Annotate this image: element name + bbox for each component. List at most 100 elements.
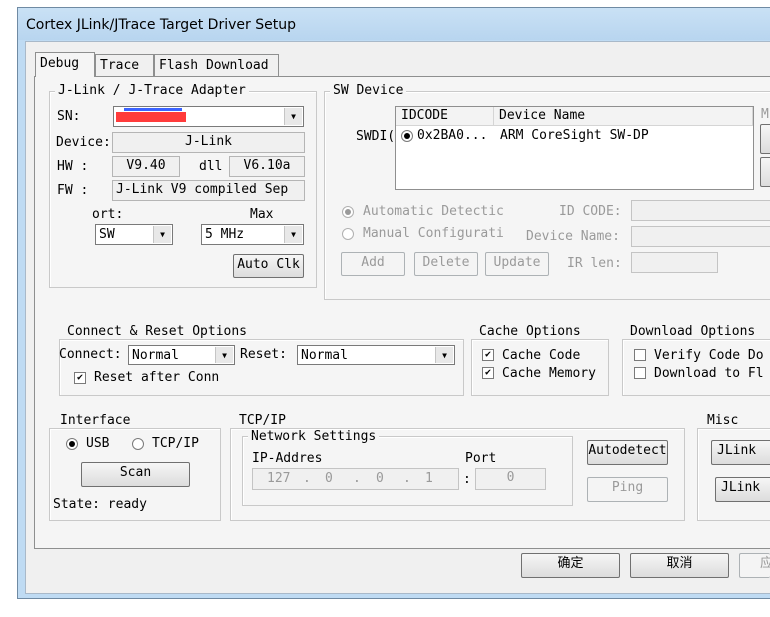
jlink-commander-button[interactable]: JLink xyxy=(715,477,770,502)
cache-code-label: Cache Code xyxy=(502,348,581,363)
max-clock-select-value: 5 MHz xyxy=(205,227,245,242)
sw-device-group-label: SW Device xyxy=(330,84,407,98)
fw-field: J-Link V9 compiled Sep xyxy=(112,180,305,201)
ip-dot: . xyxy=(403,471,411,486)
device-field: J-Link xyxy=(112,132,305,153)
port-select[interactable]: SW ▼ xyxy=(95,224,173,245)
redaction-mark-accent xyxy=(124,108,182,111)
move-label: M xyxy=(761,107,769,122)
connect-select[interactable]: Normal ▼ xyxy=(128,345,235,365)
reset-label: Reset: xyxy=(240,347,287,362)
hw-version-field: V9.40 xyxy=(112,156,180,177)
download-to-flash-label: Download to Fl xyxy=(654,366,764,381)
connection-state: State: ready xyxy=(53,497,147,512)
add-button[interactable]: Add xyxy=(341,252,405,276)
download-to-flash-checkbox[interactable] xyxy=(634,367,646,379)
tcpip-radio-label: TCP/IP xyxy=(152,436,199,451)
move-down-button[interactable] xyxy=(760,157,770,187)
tab-debug[interactable]: Debug xyxy=(35,52,95,77)
tab-label: Debug xyxy=(40,56,80,71)
tab-label: Trace xyxy=(100,58,140,73)
misc-group-label: Misc xyxy=(704,414,742,428)
cache-memory-checkbox[interactable]: ✔ xyxy=(482,367,494,379)
column-header-idcode[interactable]: IDCODE xyxy=(396,107,494,126)
delete-button[interactable]: Delete xyxy=(414,252,478,276)
ip-octet: 1 xyxy=(425,471,433,486)
cache-options-group-label: Cache Options xyxy=(476,325,584,339)
manual-configuration-label: Manual Configurati xyxy=(363,226,504,241)
connect-select-value: Normal xyxy=(132,348,179,363)
device-name-label: Device Name: xyxy=(526,229,620,244)
ip-octet: 127 xyxy=(267,471,291,486)
interface-group-label: Interface xyxy=(57,414,134,428)
scan-button[interactable]: Scan xyxy=(81,462,190,487)
dll-version-field: V6.10a xyxy=(229,156,305,177)
port-label: ort: xyxy=(92,207,124,222)
device-name-field[interactable] xyxy=(631,226,770,247)
tab-flash-download[interactable]: Flash Download xyxy=(154,54,279,76)
column-header-device-name[interactable]: Device Name xyxy=(494,107,753,126)
reset-after-connect-checkbox[interactable]: ✔ xyxy=(74,372,86,384)
title-bar[interactable]: Cortex JLink/JTrace Target Driver Setup xyxy=(18,8,770,40)
ip-dot: . xyxy=(353,471,361,486)
chevron-down-icon: ▼ xyxy=(284,226,302,243)
max-clock-select[interactable]: 5 MHz ▼ xyxy=(201,224,304,245)
fw-label: FW : xyxy=(57,183,89,198)
tab-trace[interactable]: Trace xyxy=(95,54,154,76)
ip-address-label: IP-Addres xyxy=(252,451,323,466)
chevron-down-icon: ▼ xyxy=(284,108,302,125)
ok-button[interactable]: 确定 xyxy=(521,553,620,578)
connect-label: Connect: xyxy=(59,347,122,362)
chevron-down-icon: ▼ xyxy=(215,347,233,363)
cache-code-checkbox[interactable]: ✔ xyxy=(482,349,494,361)
window-title: Cortex JLink/JTrace Target Driver Setup xyxy=(26,17,296,33)
apply-button[interactable]: 应 xyxy=(739,553,770,578)
auto-clk-button[interactable]: Auto Clk xyxy=(233,254,304,278)
ir-len-label: IR len: xyxy=(567,256,622,271)
max-clock-label: Max xyxy=(250,207,274,222)
automatic-detection-radio[interactable] xyxy=(342,206,354,218)
usb-radio[interactable] xyxy=(66,438,78,450)
verify-code-download-checkbox[interactable] xyxy=(634,349,646,361)
jlink-settings-button[interactable]: JLink xyxy=(711,440,770,465)
move-up-button[interactable] xyxy=(760,124,770,154)
tcpip-group-label: TCP/IP xyxy=(236,414,289,428)
ping-button[interactable]: Ping xyxy=(587,477,668,502)
reset-select-value: Normal xyxy=(301,348,348,363)
row-device-name: ARM CoreSight SW-DP xyxy=(500,128,649,143)
manual-configuration-radio[interactable] xyxy=(342,228,354,240)
sn-combo[interactable]: ▼ xyxy=(113,106,304,127)
swdio-label: SWDI( xyxy=(356,129,396,144)
redaction-mark xyxy=(116,112,186,122)
device-label: Device: xyxy=(56,135,111,150)
reset-select[interactable]: Normal ▼ xyxy=(297,345,455,365)
dll-label: dll xyxy=(199,159,223,174)
tab-label: Flash Download xyxy=(159,58,269,73)
chevron-down-icon: ▼ xyxy=(435,347,453,363)
sw-device-list[interactable]: IDCODE Device Name 0x2BA0... ARM CoreSig… xyxy=(395,106,754,190)
port-select-value: SW xyxy=(99,227,115,242)
download-options-group-label: Download Options xyxy=(627,325,759,339)
table-row[interactable]: 0x2BA0... ARM CoreSight SW-DP xyxy=(396,127,753,145)
chevron-down-icon: ▼ xyxy=(153,226,171,243)
tcpip-port-field[interactable]: 0 xyxy=(475,468,546,490)
ip-octet: 0 xyxy=(376,471,384,486)
cache-memory-label: Cache Memory xyxy=(502,366,596,381)
id-code-field[interactable] xyxy=(631,200,770,221)
update-button[interactable]: Update xyxy=(485,252,549,276)
automatic-detection-label: Automatic Detectic xyxy=(363,204,504,219)
usb-label: USB xyxy=(86,436,110,451)
ir-len-field[interactable] xyxy=(631,252,718,273)
adapter-group-label: J-Link / J-Trace Adapter xyxy=(55,84,249,98)
port-label-tcpip: Port xyxy=(465,451,497,466)
verify-code-download-label: Verify Code Do xyxy=(654,348,764,363)
reset-after-connect-label: Reset after Conn xyxy=(94,370,220,385)
id-code-label: ID CODE: xyxy=(559,204,622,219)
row-idcode: 0x2BA0... xyxy=(417,128,488,143)
cancel-button[interactable]: 取消 xyxy=(630,553,729,578)
autodetect-button[interactable]: Autodetect xyxy=(587,440,668,465)
hw-label: HW : xyxy=(57,159,89,174)
tcpip-radio[interactable] xyxy=(132,438,144,450)
selected-row-indicator-icon xyxy=(401,130,413,142)
ip-address-field[interactable]: 127 . 0 . 0 . 1 xyxy=(252,468,459,490)
